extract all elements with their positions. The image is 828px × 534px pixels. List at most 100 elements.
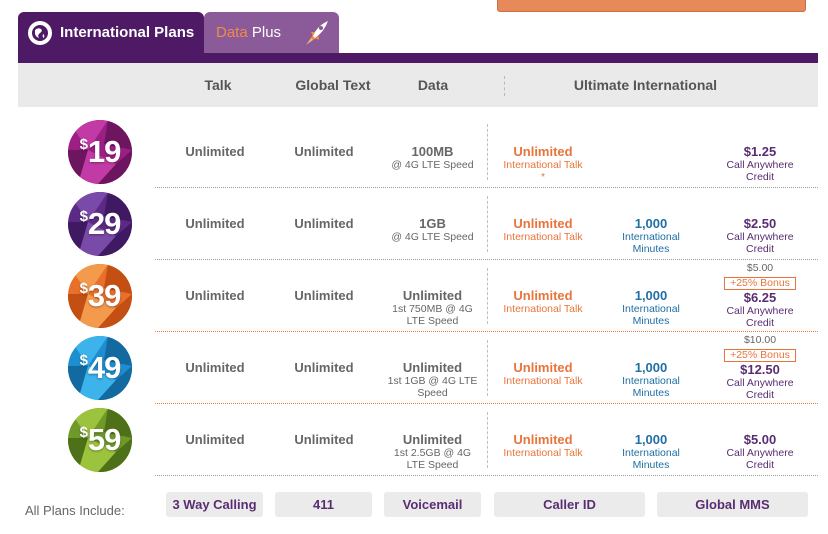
column-divider [487,412,488,468]
plan-tabs: International Plans Data Plus [18,12,339,53]
credit-value: $6.25 [743,290,777,305]
intl-talk-label: International Talk [503,375,583,387]
plan-row[interactable]: $59 Unlimited Unlimited Unlimited 1st 2.5GB … [0,404,828,476]
include-caller-id: Caller ID [494,492,645,517]
text-value: Unlimited [294,216,354,231]
credit-label: Call Anywhere Credit [726,305,794,329]
data-value: Unlimited [402,288,463,303]
column-divider [487,268,488,324]
header-data: Data [417,77,449,93]
data-value: 1GB [419,216,446,231]
data-speed: 1st 750MB @ 4G LTE Speed [392,303,473,327]
plan-row[interactable]: $19 Unlimited Unlimited 100MB @ 4G LTE Speed… [0,116,828,188]
plan-row[interactable]: $29 Unlimited Unlimited 1GB @ 4G LTE Speed Un… [0,188,828,260]
credit-label: Call Anywhere Credit [726,159,794,183]
credit-label: Call Anywhere Credit [726,231,794,255]
intl-minutes-label: International Minutes [622,447,680,471]
talk-value: Unlimited [185,360,245,375]
include-voicemail: Voicemail [384,492,481,517]
intl-minutes-label: International Minutes [622,375,680,399]
price-badge[interactable]: $29 [68,192,132,256]
price-value: 49 [87,350,121,385]
credit-cell: $5.00 Call Anywhere Credit [715,432,805,471]
data-speed: 1st 1GB @ 4G LTE Speed [387,375,478,399]
includes-label: All Plans Include: [25,503,125,518]
intl-minutes-value: 1,000 [634,216,668,231]
tab-data-plus[interactable]: Data Plus [204,12,339,53]
intl-talk-value: Unlimited [513,288,573,303]
rocket-icon [303,18,331,53]
include-411: 411 [275,492,372,517]
credit-value: $12.50 [740,362,780,377]
text-value: Unlimited [294,144,354,159]
talk-value: Unlimited [185,144,245,159]
top-action-button[interactable] [497,0,806,12]
price-badge[interactable]: $39 [68,264,132,328]
credit-label: Call Anywhere Credit [726,377,794,401]
credit-value: $5.00 [743,432,777,447]
price-value: 19 [87,134,121,169]
data-value: 100MB [411,144,454,159]
globe-icon [28,20,52,45]
price-currency: $ [79,279,88,297]
talk-value: Unlimited [185,288,245,303]
tab-international-label: International Plans [60,24,195,41]
price-currency: $ [79,351,88,369]
credit-label: Call Anywhere Credit [726,447,794,471]
credit-base: $10.00 [743,334,777,346]
column-divider [487,124,488,180]
credit-base: $5.00 [746,262,774,274]
price-currency: $ [79,423,88,441]
tab-band [18,53,818,63]
intl-talk-value: Unlimited [513,360,573,375]
intl-minutes-label: International Minutes [622,303,680,327]
intl-talk-label: International Talk [503,303,583,315]
row-separator [155,475,818,476]
intl-talk-value: Unlimited [513,216,573,231]
credit-cell: $5.00 +25% Bonus $6.25 Call Anywhere Credit [715,262,805,329]
data-speed: @ 4G LTE Speed [391,231,474,243]
tab-data-rest: Plus [247,24,282,41]
intl-talk-label: International Talk [503,447,583,459]
price-value: 59 [87,422,121,457]
price-badge[interactable]: $19 [68,120,132,184]
intl-minutes-value: 1,000 [634,288,668,303]
price-badge[interactable]: $59 [68,408,132,472]
table-header: Talk Global Text Data Ultimate Internati… [18,63,818,107]
column-divider [487,196,488,252]
header-divider [504,76,505,96]
data-value: Unlimited [402,360,463,375]
tab-international-plans[interactable]: International Plans [18,12,204,53]
intl-minutes-value: 1,000 [634,360,668,375]
credit-cell: $1.25 Call Anywhere Credit [715,144,805,183]
text-value: Unlimited [294,432,354,447]
price-currency: $ [79,207,88,225]
text-value: Unlimited [294,288,354,303]
data-speed: @ 4G LTE Speed [391,159,474,171]
data-speed: 1st 2.5GB @ 4G LTE Speed [393,447,472,471]
credit-value: $2.50 [743,216,777,231]
header-ultimate-international: Ultimate International [573,77,718,93]
credit-cell: $2.50 Call Anywhere Credit [715,216,805,255]
include-three-way-calling: 3 Way Calling [166,492,263,517]
price-badge[interactable]: $49 [68,336,132,400]
talk-value: Unlimited [185,216,245,231]
plan-row[interactable]: $39 Unlimited Unlimited Unlimited 1st 750MB … [0,260,828,332]
price-currency: $ [79,135,88,153]
plan-row[interactable]: $49 Unlimited Unlimited Unlimited 1st 1GB @ … [0,332,828,404]
intl-talk-label: International Talk * [503,159,583,183]
intl-minutes-value: 1,000 [634,432,668,447]
intl-minutes-label: International Minutes [622,231,680,255]
header-talk: Talk [204,77,232,93]
intl-talk-value: Unlimited [513,144,573,159]
intl-talk-label: International Talk [503,231,583,243]
bonus-badge: +25% Bonus [724,277,796,290]
talk-value: Unlimited [185,432,245,447]
include-global-mms: Global MMS [657,492,808,517]
column-divider [487,340,488,396]
bonus-badge: +25% Bonus [724,349,796,362]
header-global-text: Global Text [295,77,371,93]
price-value: 39 [87,278,121,313]
intl-talk-value: Unlimited [513,432,573,447]
credit-value: $1.25 [743,144,777,159]
